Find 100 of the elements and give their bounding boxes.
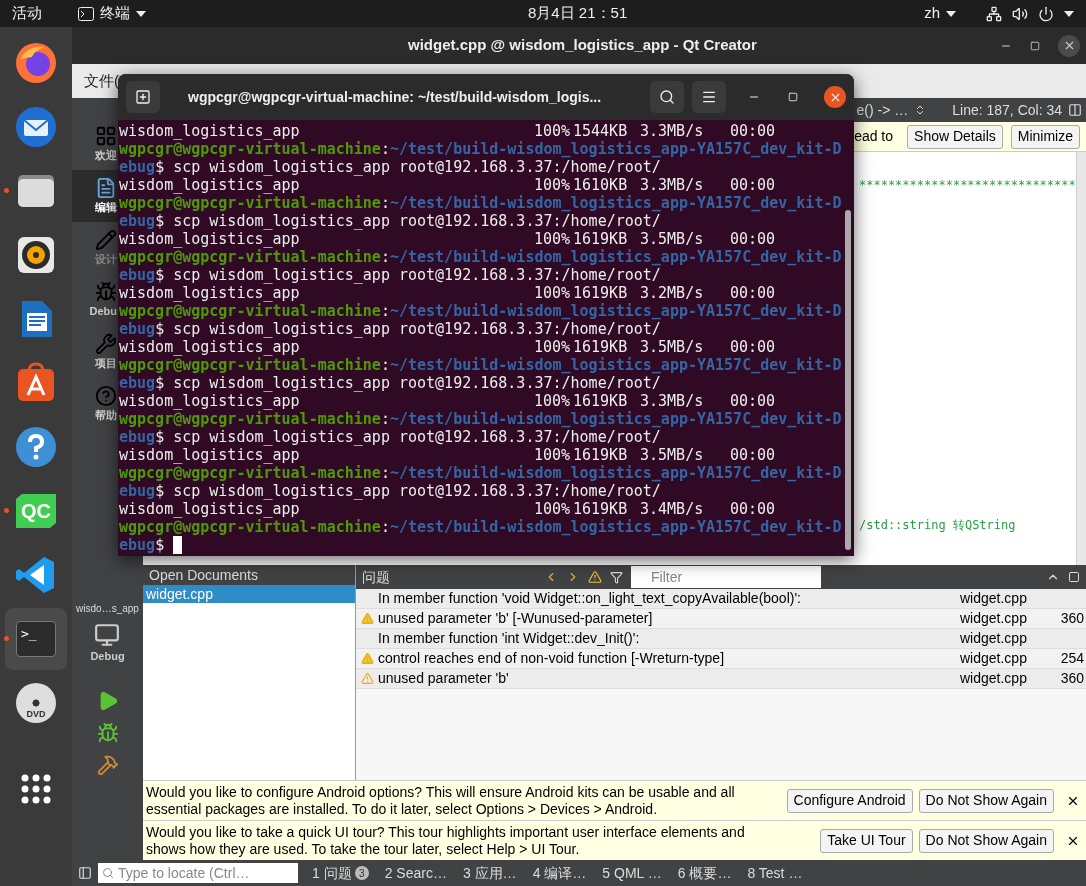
dropdown-icon: [136, 10, 146, 17]
menu-button[interactable]: [692, 81, 726, 113]
issue-row[interactable]: unused parameter 'b' [-Wunused-parameter] widget.cpp 360: [356, 609, 1086, 629]
info-text: Would you like to take a quick UI tour? This tour highlights important user interface elements and shows how they are used. To take the tour later, select Help > UI Tour.: [146, 823, 746, 858]
prompt-line: wgpcgr@wgpcgr-virtual-machine:~/test/build-wisdom_logistics_app-YA157C_dev_kit-D: [119, 302, 842, 320]
new-tab-button[interactable]: [126, 81, 160, 113]
mode-tab[interactable]: 欢迎: [95, 146, 117, 164]
mode-tab[interactable]: 帮助: [95, 406, 117, 424]
input-method[interactable]: zh: [924, 2, 940, 25]
prompt-line: wgpcgr@wgpcgr-virtual-machine:~/test/build-wisdom_logistics_app-YA157C_dev_kit-D: [119, 140, 842, 158]
warning-filter-icon[interactable]: [588, 570, 602, 584]
issue-file: widget.cpp: [960, 589, 1028, 608]
info-button[interactable]: Configure Android: [786, 788, 913, 813]
command-line: ebug$ scp wisdom_logistics_app root@192.168.3.37:/home/root/: [119, 158, 662, 176]
info-button[interactable]: Do Not Show Again: [918, 828, 1054, 853]
transfer-line: wisdom_logistics_app 100% 1619KB 3.5MB/s 00:00: [119, 338, 777, 356]
transfer-line: wisdom_logistics_app 100% 1619KB 3.3MB/s 00:00: [119, 392, 777, 410]
mode-tab[interactable]: 项目: [95, 354, 117, 372]
command-line: ebug$: [119, 536, 842, 554]
prompt-line: wgpcgr@wgpcgr-virtual-machine:~/test/build-wisdom_logistics_app-YA157C_dev_kit-D: [119, 410, 842, 428]
search-button[interactable]: [650, 81, 684, 113]
count-badge: 3: [354, 866, 369, 880]
warning-icon: [360, 652, 374, 665]
command-line: ebug$ scp wisdom_logistics_app root@192.168.3.37:/home/root/: [119, 266, 662, 284]
issue-file: widget.cpp: [960, 669, 1028, 688]
prompt-line: wgpcgr@wgpcgr-virtual-machine:~/test/build-wisdom_logistics_app-YA157C_dev_kit-D: [119, 518, 842, 536]
issue-line: 360: [1059, 609, 1085, 628]
locate-field[interactable]: Type to locate (Ctrl…: [98, 863, 298, 883]
new-tab-icon[interactable]: [135, 89, 151, 105]
window-title: widget.cpp @ wisdom_logistics_app - Qt Creator: [408, 35, 757, 56]
target-selector[interactable]: Debug: [90, 621, 125, 664]
output-tab[interactable]: 2 Searc…: [378, 862, 453, 884]
clock[interactable]: 8月4日 21：51: [528, 2, 628, 25]
issue-row[interactable]: unused parameter 'b' widget.cpp 360: [356, 669, 1086, 689]
issue-line: 360: [1059, 669, 1085, 688]
command-line: ebug$ scp wisdom_logistics_app root@192.168.3.37:/home/root/: [119, 320, 662, 338]
menu-item[interactable]: 文件(: [84, 69, 119, 93]
help-icon: [95, 384, 117, 407]
activities-button[interactable]: 活动: [12, 2, 42, 25]
pane-title: 问题: [361, 567, 391, 587]
cursor-position: Line: 187, Col: 34: [952, 100, 1062, 120]
output-tab[interactable]: 1 问题 3: [306, 862, 375, 884]
terminal-icon[interactable]: >_: [16, 621, 56, 657]
filter-icon[interactable]: [610, 570, 623, 584]
info-button[interactable]: Do Not Show Again: [918, 788, 1054, 813]
help-icon[interactable]: [14, 425, 58, 469]
network-icon[interactable]: [986, 5, 1002, 22]
split-icon[interactable]: [1068, 103, 1082, 117]
wrench-icon: [95, 332, 117, 355]
output-tab[interactable]: 4 编译…: [526, 862, 593, 884]
pane-title: Open Documents: [149, 565, 258, 585]
prompt-line: wgpcgr@wgpcgr-virtual-machine:~/test/build-wisdom_logistics_app-YA157C_dev_kit-D: [119, 356, 842, 374]
debug-run-icon[interactable]: [96, 722, 119, 744]
dropdown-icon: [946, 10, 956, 17]
pencil-icon: [95, 228, 117, 251]
output-tab[interactable]: 3 应用…: [456, 862, 523, 884]
filter-field[interactable]: Filter: [631, 566, 821, 588]
bug-icon: [95, 280, 117, 303]
sidebar-toggle-icon[interactable]: [78, 866, 92, 880]
mail-icon[interactable]: [14, 105, 58, 149]
terminal-icon: [78, 6, 94, 21]
issue-file: widget.cpp: [960, 609, 1028, 628]
terminal-title: wgpcgr@wgpcgr-virtual-machine: ~/test/build-wisdom_logis...: [188, 87, 602, 107]
issue-row[interactable]: control reaches end of non-void function [-Wreturn-type] widget.cpp 254: [356, 649, 1086, 669]
output-tab[interactable]: 8 Test …: [741, 862, 809, 884]
close-button[interactable]: [1058, 34, 1080, 57]
output-tab[interactable]: 5 QML …: [596, 862, 668, 884]
warning-icon: [360, 612, 374, 625]
issue-text: control reaches end of non-void function [-Wreturn-type]: [378, 649, 726, 668]
code-comment: ******************************: [859, 177, 1076, 194]
info-button[interactable]: Show Details: [907, 124, 1003, 149]
maximize-icon[interactable]: [1030, 40, 1040, 51]
app-menu[interactable]: 终端: [78, 2, 146, 25]
build-icon[interactable]: [96, 754, 119, 776]
volume-icon[interactable]: [1012, 5, 1028, 22]
document-item[interactable]: widget.cpp: [143, 585, 355, 603]
mode-tab[interactable]: 编辑: [95, 198, 117, 216]
info-button[interactable]: Minimize: [1010, 124, 1080, 149]
transfer-line: wisdom_logistics_app 100% 1619KB 3.2MB/s 00:00: [119, 284, 777, 302]
prompt-line: wgpcgr@wgpcgr-virtual-machine:~/test/build-wisdom_logistics_app-YA157C_dev_kit-D: [119, 194, 842, 212]
issue-line: 254: [1059, 649, 1085, 668]
power-icon[interactable]: [1038, 5, 1054, 22]
menu-icon[interactable]: [701, 89, 717, 105]
scrollbar-thumb[interactable]: [845, 210, 851, 550]
transfer-line: wisdom_logistics_app 100% 1619KB 3.5MB/s 00:00: [119, 446, 777, 464]
command-line: ebug$ scp wisdom_logistics_app root@192.168.3.37:/home/root/: [119, 428, 662, 446]
browser-icon[interactable]: [14, 41, 58, 85]
scrollbar[interactable]: [1075, 152, 1086, 565]
info-button[interactable]: Take UI Tour: [820, 828, 913, 853]
command-line: ebug$ scp wisdom_logistics_app root@192.168.3.37:/home/root/: [119, 482, 662, 500]
issue-row[interactable]: In member function 'void Widget::on_light_text_copyAvailable(bool)': widget.cpp: [356, 589, 1086, 609]
function-combo[interactable]: e() -> …: [856, 99, 909, 121]
app-grid-icon[interactable]: [20, 773, 52, 805]
search-icon[interactable]: [659, 89, 675, 105]
mode-tab[interactable]: Debu: [89, 302, 117, 320]
prompt-line: wgpcgr@wgpcgr-virtual-machine:~/test/build-wisdom_logistics_app-YA157C_dev_kit-D: [119, 248, 842, 266]
issue-row[interactable]: In member function 'int Widget::dev_Init()': widget.cpp: [356, 629, 1086, 649]
output-tab[interactable]: 6 概要…: [671, 862, 738, 884]
maximize-pane-icon[interactable]: [1068, 571, 1080, 583]
warning-icon: [360, 672, 374, 685]
